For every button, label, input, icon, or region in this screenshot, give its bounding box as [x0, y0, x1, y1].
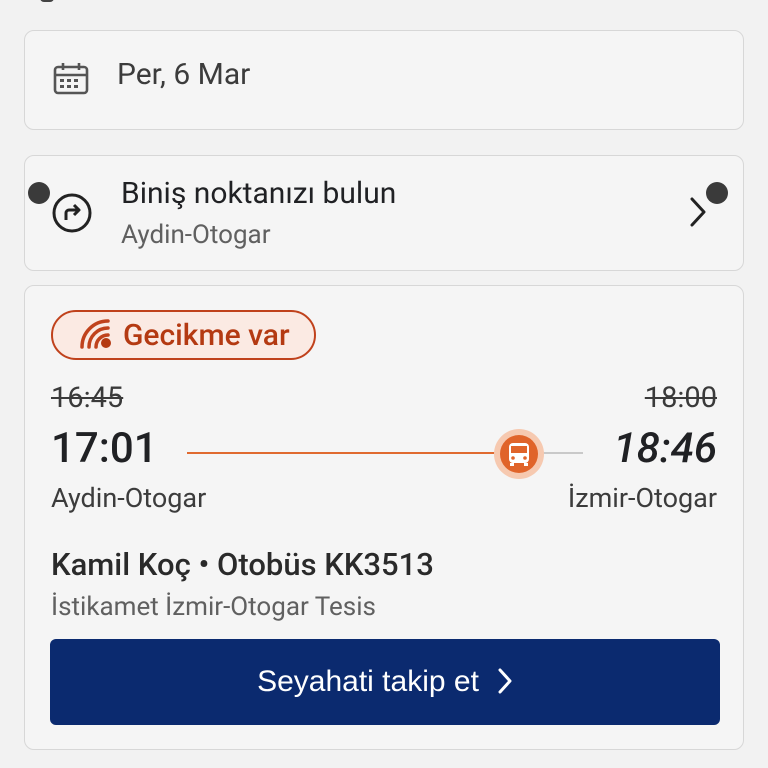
delay-badge: Gecikme var — [51, 310, 316, 360]
date-value: Per, 6 Mar — [117, 57, 251, 92]
live-signal-icon — [79, 317, 115, 353]
destination-stop: İzmir-Otogar — [567, 482, 717, 514]
trip-card[interactable]: Gecikme var 16:45 18:00 17:01 18:46 Aydi… — [24, 285, 744, 750]
actual-departure: 17:01 — [51, 424, 158, 473]
boarding-subtitle: Aydin-Otogar — [121, 220, 271, 250]
chevron-right-icon — [497, 667, 513, 698]
track-trip-button[interactable]: Seyahati takip et — [50, 639, 720, 725]
directions-icon — [51, 192, 93, 238]
date-selector[interactable]: Per, 6 Mar — [24, 30, 744, 130]
calendar-icon — [53, 62, 89, 100]
top-fragment — [40, 0, 54, 2]
operator-line: Kamil Koç • Otobüs KK3513 — [51, 546, 434, 583]
boarding-point-card[interactable]: Biniş noktanızı bulun Aydin-Otogar — [24, 155, 744, 271]
route-progress-line — [187, 452, 517, 454]
delay-label: Gecikme var — [123, 317, 290, 353]
boarding-title: Biniş noktanızı bulun — [121, 176, 397, 211]
handle-dot — [706, 182, 728, 204]
origin-stop: Aydin-Otogar — [51, 482, 207, 514]
handle-dot — [28, 182, 50, 204]
scheduled-arrival: 18:00 — [644, 381, 717, 415]
direction-text: İstikamet İzmir-Otogar Tesis — [51, 592, 376, 622]
scheduled-departure: 16:45 — [51, 381, 124, 415]
estimated-arrival: 18:46 — [613, 424, 717, 473]
bus-position-icon — [493, 428, 545, 480]
track-trip-label: Seyahati takip et — [257, 665, 479, 698]
chevron-right-icon — [689, 196, 707, 232]
